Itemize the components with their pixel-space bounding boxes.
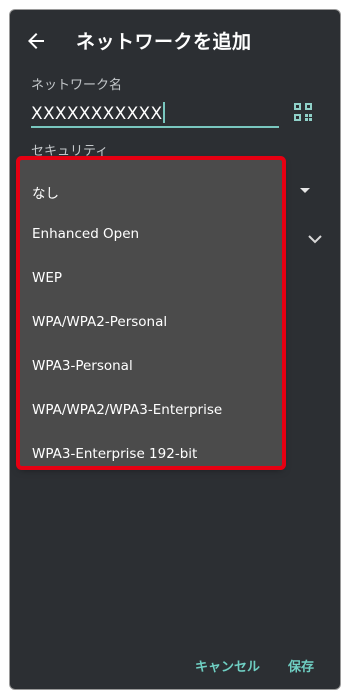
security-option[interactable]: WPA/WPA2-Personal	[32, 314, 167, 330]
screen: ネットワークを追加 ネットワーク名 XXXXXXXXXXX セキュリティ なし …	[9, 9, 341, 690]
security-option[interactable]: WEP	[32, 270, 62, 286]
page-title: ネットワークを追加	[76, 31, 252, 53]
caret-down-icon[interactable]	[300, 188, 310, 193]
network-name-label: ネットワーク名	[31, 78, 123, 93]
security-option[interactable]: なし	[32, 182, 59, 202]
network-name-input[interactable]: XXXXXXXXXXX	[31, 98, 279, 128]
text-cursor	[163, 102, 166, 123]
chevron-down-icon[interactable]	[307, 234, 323, 244]
arrow-left-icon[interactable]	[24, 29, 48, 53]
security-option[interactable]: WPA3-Personal	[32, 358, 133, 374]
network-name-value: XXXXXXXXXXX	[31, 104, 163, 124]
cancel-button[interactable]: キャンセル	[195, 656, 260, 675]
security-dropdown-menu: なし Enhanced Open WEP WPA/WPA2-Personal W…	[20, 160, 282, 466]
save-button[interactable]: 保存	[288, 656, 314, 675]
security-option[interactable]: WPA/WPA2/WPA3-Enterprise	[32, 402, 222, 418]
security-option[interactable]: Enhanced Open	[32, 226, 139, 242]
qr-code-scan-icon[interactable]	[293, 102, 313, 122]
app-bar: ネットワークを追加	[10, 10, 340, 68]
security-label: セキュリティ	[31, 144, 109, 159]
security-option[interactable]: WPA3-Enterprise 192-bit	[32, 446, 197, 462]
